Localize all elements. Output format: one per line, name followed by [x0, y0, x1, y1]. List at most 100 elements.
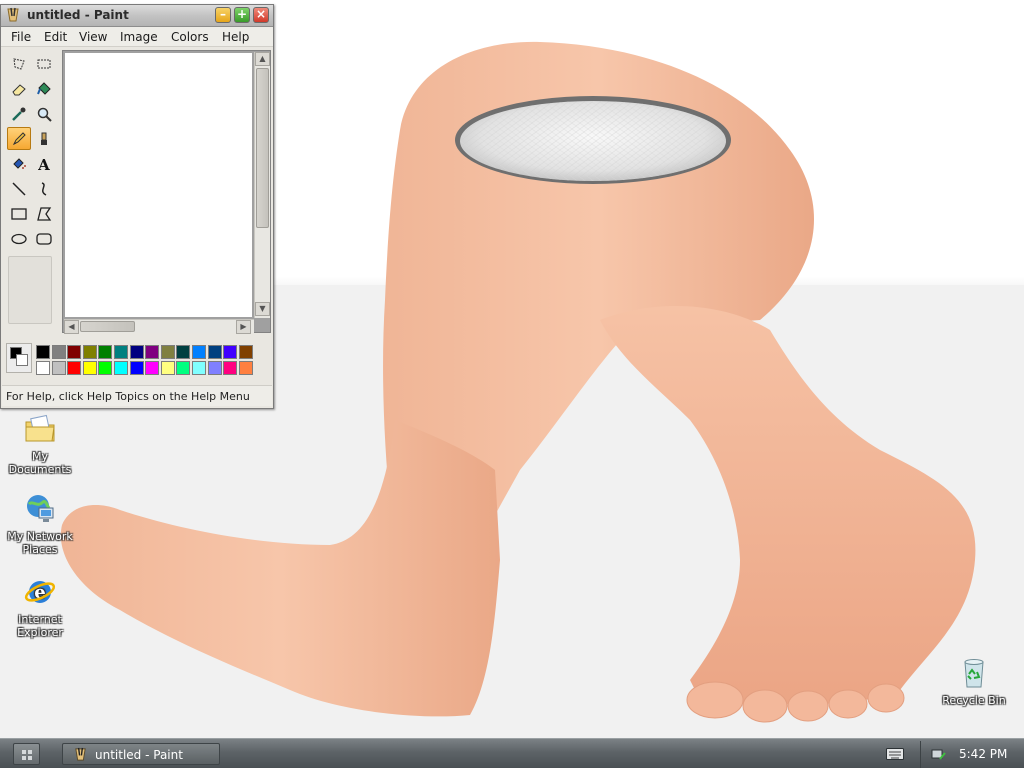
palette-swatch[interactable] [160, 345, 175, 359]
palette-swatch[interactable] [98, 361, 113, 375]
color-palette [4, 341, 270, 379]
airbrush-icon [13, 157, 26, 169]
menu-help[interactable]: Help [222, 30, 249, 44]
menu-view[interactable]: View [79, 30, 107, 44]
rectangle-icon [11, 207, 27, 220]
palette-swatch[interactable] [176, 345, 191, 359]
internet-explorer-icon: e [24, 581, 56, 603]
tool-rect-select[interactable] [32, 52, 56, 75]
tool-options-panel[interactable] [8, 256, 52, 324]
line-icon [12, 181, 26, 196]
tool-pencil[interactable] [7, 127, 31, 150]
current-colors[interactable] [6, 343, 32, 373]
palette-swatch[interactable] [51, 345, 66, 359]
tool-magnifier[interactable] [32, 102, 56, 125]
palette-swatch[interactable] [176, 361, 191, 375]
palette-swatch[interactable] [223, 345, 238, 359]
tool-free-select[interactable] [7, 52, 31, 75]
scroll-left-arrow-icon[interactable]: ◀ [64, 320, 79, 334]
eraser-icon [12, 83, 26, 95]
palette-swatch[interactable] [192, 361, 206, 375]
taskbar-item-paint[interactable]: untitled - Paint [62, 743, 220, 765]
menu-colors[interactable]: Colors [171, 30, 209, 44]
tool-rectangle[interactable] [7, 202, 31, 225]
desktop-icon-recycle-bin[interactable]: Recycle Bin [934, 656, 1014, 707]
vertical-scrollbar[interactable]: ▲ ▼ [254, 52, 270, 318]
palette-swatch[interactable] [114, 361, 128, 375]
tool-airbrush[interactable] [7, 152, 31, 175]
palette-swatch[interactable] [67, 361, 82, 375]
recycle-bin-icon [964, 659, 984, 688]
start-button[interactable] [13, 743, 40, 765]
palette-swatch[interactable] [145, 361, 160, 375]
tool-curve[interactable] [32, 177, 56, 200]
menu-file[interactable]: File [11, 30, 31, 44]
palette-swatch[interactable] [51, 361, 66, 375]
keyboard-icon[interactable] [886, 747, 904, 761]
desktop-icon-my-network-places[interactable]: My Network Places [0, 492, 80, 556]
horizontal-scrollbar[interactable]: ◀ ▶ [64, 319, 254, 334]
palette-swatch[interactable] [82, 361, 97, 375]
palette-swatch[interactable] [207, 345, 222, 359]
tool-line[interactable] [7, 177, 31, 200]
menu-edit[interactable]: Edit [44, 30, 67, 44]
palette-swatch[interactable] [145, 345, 160, 359]
desktop-icon-label: My [31, 450, 48, 463]
minimize-button[interactable]: – [215, 7, 231, 23]
tool-text[interactable]: A [32, 152, 56, 175]
desktop-icon-label: Documents [8, 463, 72, 476]
fill-bucket-icon [37, 81, 51, 95]
palette-swatch[interactable] [238, 345, 253, 359]
free-select-icon [13, 57, 25, 70]
desktop-icon-label: Recycle Bin [942, 694, 1006, 707]
palette-swatch[interactable] [36, 361, 50, 375]
maximize-button[interactable]: + [234, 7, 250, 23]
palette-swatch[interactable] [98, 345, 113, 359]
status-bar: For Help, click Help Topics on the Help … [2, 385, 272, 406]
pencil-icon [12, 131, 26, 145]
paint-app-icon [75, 747, 86, 761]
tool-brush[interactable] [32, 127, 56, 150]
magnifier-icon [37, 107, 52, 122]
palette-swatch[interactable] [160, 361, 175, 375]
palette-swatch[interactable] [238, 361, 253, 375]
tool-polygon[interactable] [32, 202, 56, 225]
vertical-scroll-thumb[interactable] [256, 68, 269, 228]
palette-swatch[interactable] [223, 361, 238, 375]
desktop-icon-my-documents[interactable]: My Documents [0, 412, 80, 476]
tool-ellipse[interactable] [7, 227, 31, 250]
scroll-right-arrow-icon[interactable]: ▶ [236, 320, 251, 334]
palette-swatch[interactable] [129, 345, 144, 359]
title-bar[interactable]: untitled - Paint – + × [1, 5, 273, 27]
palette-swatch[interactable] [67, 345, 82, 359]
close-button[interactable]: × [253, 7, 269, 23]
scroll-down-arrow-icon[interactable]: ▼ [255, 302, 270, 316]
paint-window[interactable]: untitled - Paint – + × File Edit View Im… [0, 4, 274, 409]
desktop-icon-internet-explorer[interactable]: e Internet Explorer [0, 575, 80, 639]
menu-bar: File Edit View Image Colors Help [1, 27, 273, 47]
palette-swatch[interactable] [82, 345, 97, 359]
palette-swatch[interactable] [129, 361, 144, 375]
desktop-icon-label: My Network [7, 530, 73, 543]
palette-swatch[interactable] [36, 345, 50, 359]
palette-swatch[interactable] [192, 345, 206, 359]
taskbar: untitled - Paint 5:42 PM [0, 738, 1024, 768]
clock[interactable]: 5:42 PM [959, 747, 1007, 761]
tool-color-picker[interactable] [7, 102, 31, 125]
start-grid-icon [22, 750, 32, 760]
horizontal-scroll-thumb[interactable] [80, 321, 135, 332]
drawing-canvas[interactable] [65, 53, 252, 317]
tool-eraser[interactable] [7, 77, 31, 100]
tool-rounded-rect[interactable] [32, 227, 56, 250]
network-status-icon[interactable] [931, 747, 947, 763]
palette-swatch[interactable] [114, 345, 128, 359]
background-color-swatch[interactable] [16, 354, 28, 366]
menu-image[interactable]: Image [120, 30, 158, 44]
palette-swatch[interactable] [207, 361, 222, 375]
system-tray: 5:42 PM [920, 741, 1024, 768]
ellipse-icon [11, 233, 27, 244]
tool-fill[interactable] [32, 77, 56, 100]
network-computer-icon [27, 495, 54, 522]
brush-icon [41, 132, 47, 145]
scroll-up-arrow-icon[interactable]: ▲ [255, 52, 270, 66]
